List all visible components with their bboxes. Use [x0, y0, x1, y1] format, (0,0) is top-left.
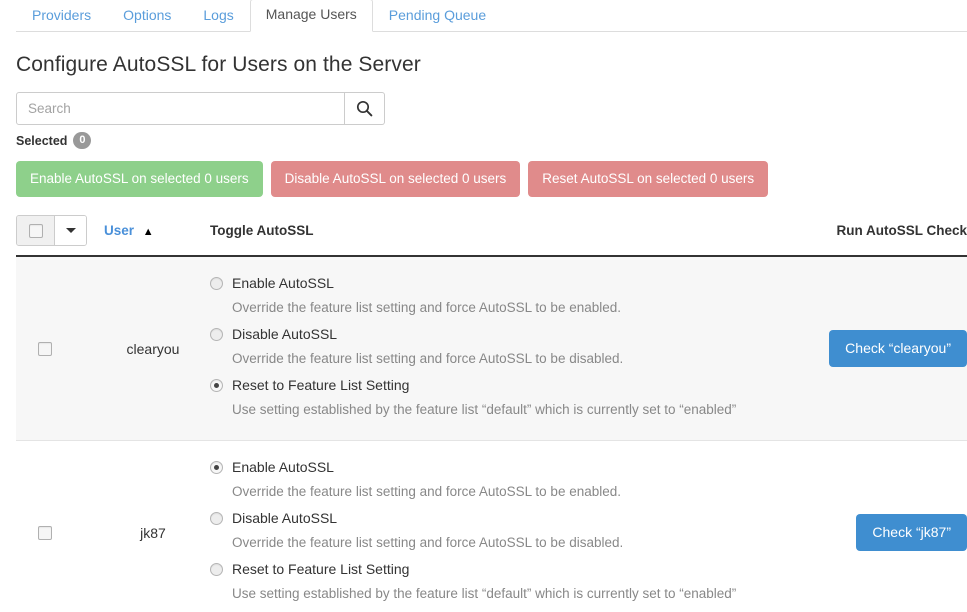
- radio-disable[interactable]: [210, 512, 223, 525]
- option-enable[interactable]: Enable AutoSSL: [210, 457, 810, 478]
- row-username: clearyou: [126, 340, 180, 357]
- sort-ascending-icon: ▲: [142, 226, 154, 238]
- option-reset-label: Reset to Feature List Setting: [232, 561, 410, 577]
- radio-enable[interactable]: [210, 277, 223, 290]
- run-check-button[interactable]: Check “clearyou”: [829, 330, 967, 367]
- search-icon: [356, 100, 373, 117]
- table-row: clearyou Enable AutoSSL Override the fea…: [16, 257, 967, 441]
- option-reset-label: Reset to Feature List Setting: [232, 377, 410, 393]
- row-checkbox[interactable]: [38, 525, 52, 540]
- option-reset[interactable]: Reset to Feature List Setting: [210, 559, 810, 580]
- tab-providers[interactable]: Providers: [16, 0, 107, 32]
- header-toggle-cell: Toggle AutoSSL: [210, 223, 314, 238]
- enable-autossl-button[interactable]: Enable AutoSSL on selected 0 users: [16, 161, 263, 197]
- selected-count-badge: 0: [73, 132, 92, 149]
- tab-manage-users[interactable]: Manage Users: [249, 0, 373, 32]
- tab-logs[interactable]: Logs: [187, 0, 249, 32]
- tab-bar: Providers Options Logs Manage Users Pend…: [0, 0, 967, 32]
- run-check-button[interactable]: Check “jk87”: [856, 514, 967, 551]
- tab-options[interactable]: Options: [107, 0, 187, 32]
- sort-user-link[interactable]: User: [104, 223, 134, 238]
- option-disable[interactable]: Disable AutoSSL: [210, 324, 810, 345]
- table-header-row: User ▲ Toggle AutoSSL Run AutoSSL Check: [16, 215, 967, 257]
- option-enable-label: Enable AutoSSL: [232, 459, 334, 475]
- table-row: jk87 Enable AutoSSL Override the feature…: [16, 441, 967, 612]
- row-toggle-options: Enable AutoSSL Override the feature list…: [210, 441, 810, 612]
- header-user-cell: User ▲: [104, 223, 210, 238]
- row-run-check-cell: Check “jk87”: [810, 441, 967, 612]
- option-reset-desc: Use setting established by the feature l…: [232, 586, 737, 601]
- radio-reset[interactable]: [210, 379, 223, 392]
- option-disable-label: Disable AutoSSL: [232, 326, 338, 342]
- row-select-cell: [16, 257, 104, 440]
- search-bar: [16, 92, 967, 125]
- bulk-actions: Enable AutoSSL on selected 0 users Disab…: [16, 161, 967, 197]
- option-disable-desc: Override the feature list setting and fo…: [232, 535, 624, 550]
- option-reset-desc: Use setting established by the feature l…: [232, 402, 737, 417]
- page-title: Configure AutoSSL for Users on the Serve…: [16, 53, 421, 76]
- row-select-cell: [16, 441, 104, 612]
- select-all-button-group[interactable]: [16, 215, 87, 246]
- row-run-check-cell: Check “clearyou”: [810, 257, 967, 440]
- option-disable[interactable]: Disable AutoSSL: [210, 508, 810, 529]
- reset-autossl-button[interactable]: Reset AutoSSL on selected 0 users: [528, 161, 769, 197]
- option-enable-label: Enable AutoSSL: [232, 275, 334, 291]
- select-all-checkbox-button[interactable]: [17, 216, 55, 245]
- option-reset[interactable]: Reset to Feature List Setting: [210, 375, 810, 396]
- option-enable-desc: Override the feature list setting and fo…: [232, 484, 621, 499]
- select-all-dropdown-button[interactable]: [55, 216, 86, 245]
- selected-counter: Selected 0: [16, 132, 967, 149]
- search-button[interactable]: [345, 92, 385, 125]
- row-username: jk87: [140, 524, 166, 541]
- option-enable[interactable]: Enable AutoSSL: [210, 273, 810, 294]
- users-table: User ▲ Toggle AutoSSL Run AutoSSL Check …: [16, 215, 967, 612]
- option-disable-label: Disable AutoSSL: [232, 510, 338, 526]
- row-toggle-options: Enable AutoSSL Override the feature list…: [210, 257, 810, 440]
- search-input[interactable]: [16, 92, 345, 125]
- selected-label: Selected: [16, 133, 68, 148]
- radio-enable[interactable]: [210, 461, 223, 474]
- radio-disable[interactable]: [210, 328, 223, 341]
- option-disable-desc: Override the feature list setting and fo…: [232, 351, 624, 366]
- option-enable-desc: Override the feature list setting and fo…: [232, 300, 621, 315]
- chevron-down-icon: [65, 228, 76, 233]
- radio-reset[interactable]: [210, 563, 223, 576]
- header-select-all-cell: [16, 215, 104, 246]
- header-run-check-cell: Run AutoSSL Check: [836, 223, 967, 238]
- row-checkbox[interactable]: [38, 341, 52, 356]
- disable-autossl-button[interactable]: Disable AutoSSL on selected 0 users: [270, 161, 521, 197]
- tab-pending-queue[interactable]: Pending Queue: [373, 0, 502, 32]
- select-all-checkbox[interactable]: [28, 223, 43, 238]
